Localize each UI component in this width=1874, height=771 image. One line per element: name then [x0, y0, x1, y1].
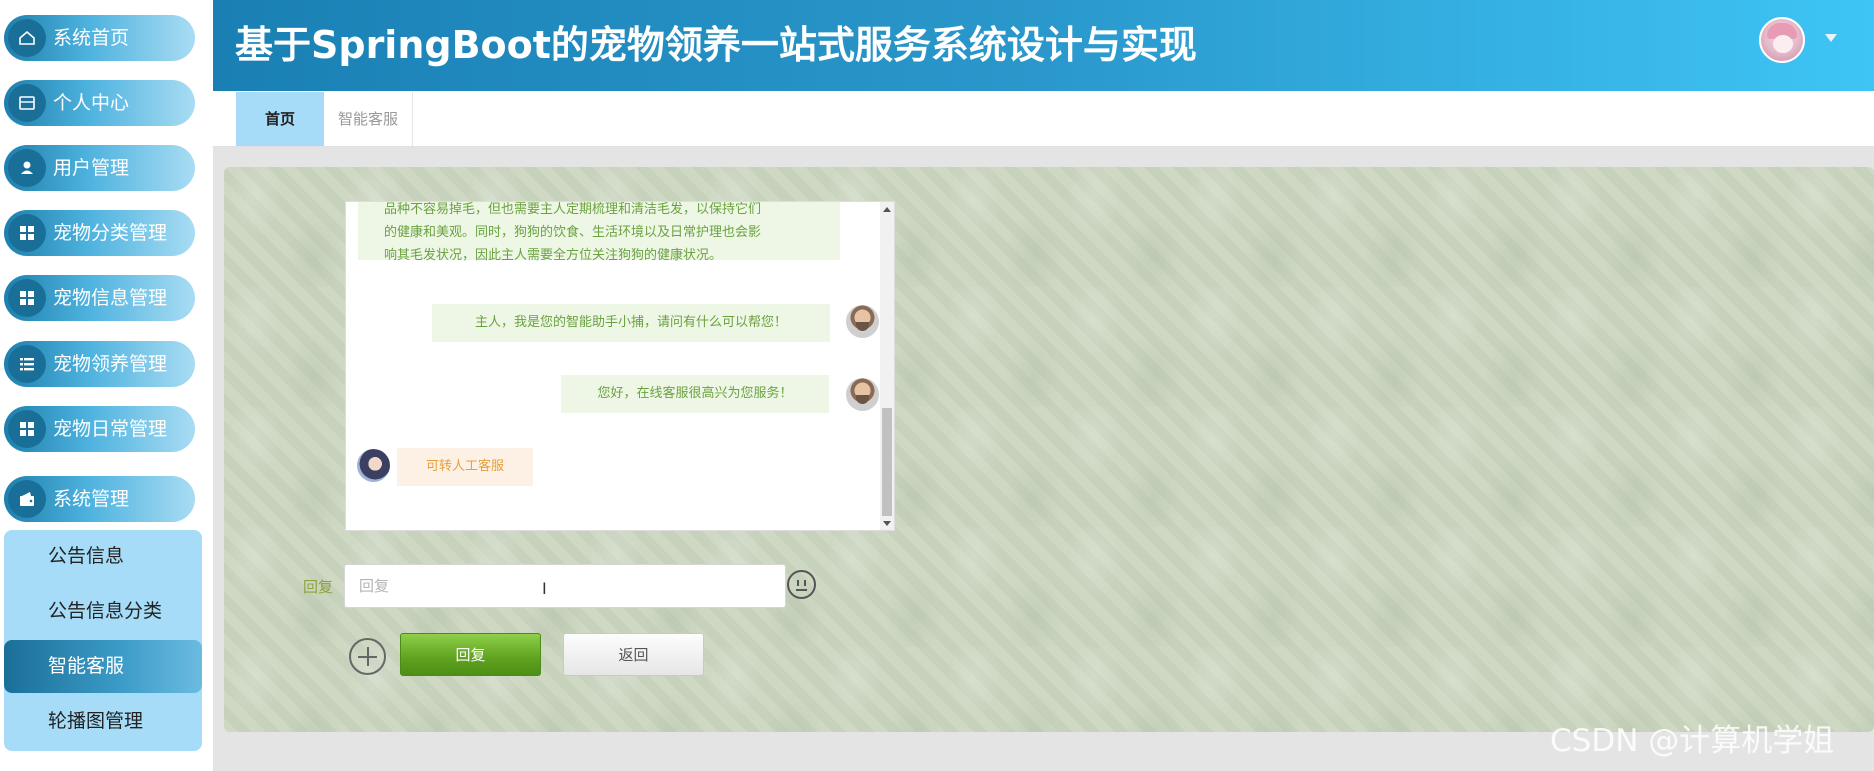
- submenu-item-smart-service[interactable]: 智能客服: [4, 640, 202, 693]
- reply-label: 回复: [303, 578, 334, 596]
- scroll-down-icon[interactable]: [883, 521, 891, 526]
- reply-button[interactable]: 回复: [400, 633, 541, 676]
- chat-message-line: 响其毛发状况，因此主人需要全方位关注狗狗的健康状况。: [384, 248, 723, 263]
- watermark: CSDN @计算机学姐: [1550, 723, 1835, 759]
- chat-history[interactable]: 品种不容易掉毛，但也需要主人定期梳理和清洁毛发，以保持它们 的健康和美观。同时，…: [345, 201, 895, 531]
- user-icon: [8, 149, 46, 187]
- avatar-beard: [856, 395, 869, 404]
- sidebar: 系统首页 个人中心 用户管理 宠物分类管理 宠物信息管理 宠物领养管理 宠物日常…: [0, 0, 213, 771]
- chat-scrollbar[interactable]: [880, 202, 894, 530]
- sidebar-item-label: 用户管理: [53, 157, 130, 179]
- system-submenu: 公告信息 公告信息分类 智能客服 轮播图管理: [4, 530, 202, 751]
- sidebar-item-label: 个人中心: [53, 92, 130, 114]
- reply-input[interactable]: [344, 564, 786, 608]
- wallet-icon: [8, 480, 46, 518]
- top-header: 基于SpringBoot的宠物领养一站式服务系统设计与实现: [213, 0, 1874, 91]
- sidebar-item-label: 宠物领养管理: [53, 353, 168, 375]
- assistant-avatar: [846, 378, 879, 411]
- avatar[interactable]: [1759, 17, 1805, 63]
- sidebar-item-label: 宠物信息管理: [53, 287, 168, 309]
- sidebar-item-pet-info[interactable]: 宠物信息管理: [4, 275, 195, 321]
- sidebar-item-user-management[interactable]: 用户管理: [4, 145, 195, 191]
- sidebar-item-label: 系统首页: [53, 27, 130, 49]
- chat-message-line: 的健康和美观。同时，狗狗的饮食、生活环境以及日常护理也会影: [384, 225, 762, 240]
- add-attachment-icon[interactable]: [349, 638, 386, 675]
- submenu-item-notice[interactable]: 公告信息: [4, 530, 202, 583]
- tab-home[interactable]: 首页: [236, 92, 324, 146]
- submenu-item-carousel[interactable]: 轮播图管理: [4, 695, 202, 748]
- chat-message-right: 主人，我是您的智能助手小捕，请问有什么可以帮您！: [432, 304, 830, 342]
- sidebar-item-label: 宠物分类管理: [53, 222, 168, 244]
- avatar-beard: [856, 322, 869, 331]
- grid-icon: [8, 279, 46, 317]
- user-avatar: [357, 449, 390, 482]
- chevron-down-icon[interactable]: [1825, 34, 1837, 42]
- emoji-icon[interactable]: [787, 570, 816, 599]
- home-icon: [8, 19, 46, 57]
- sidebar-item-pet-daily[interactable]: 宠物日常管理: [4, 406, 195, 452]
- chat-message-left: 品种不容易掉毛，但也需要主人定期梳理和清洁毛发，以保持它们 的健康和美观。同时，…: [358, 202, 840, 263]
- grid-icon: [8, 214, 46, 252]
- sidebar-item-pet-adoption[interactable]: 宠物领养管理: [4, 341, 195, 387]
- text-cursor-icon: I: [542, 579, 547, 598]
- chat-message-right: 您好，在线客服很高兴为您服务！: [561, 375, 829, 413]
- scroll-thumb[interactable]: [882, 408, 892, 516]
- card-icon: [8, 84, 46, 122]
- list-icon: [8, 345, 46, 383]
- submenu-item-notice-category[interactable]: 公告信息分类: [4, 585, 202, 638]
- sidebar-item-label: 系统管理: [53, 488, 130, 510]
- avatar-face: [1773, 35, 1793, 53]
- sidebar-item-home[interactable]: 系统首页: [4, 15, 195, 61]
- chat-message-left: 可转人工客服: [397, 448, 533, 486]
- grid-icon: [8, 410, 46, 448]
- sidebar-item-pet-category[interactable]: 宠物分类管理: [4, 210, 195, 256]
- tab-bar: 首页 智能客服: [213, 91, 1874, 147]
- scroll-up-icon[interactable]: [883, 207, 891, 212]
- emoji-mouth: [796, 589, 807, 591]
- sidebar-item-personal-center[interactable]: 个人中心: [4, 80, 195, 126]
- sidebar-item-label: 宠物日常管理: [53, 418, 168, 440]
- chat-message-line: 品种不容易掉毛，但也需要主人定期梳理和清洁毛发，以保持它们: [384, 202, 762, 217]
- tab-smart-service[interactable]: 智能客服: [324, 92, 413, 146]
- assistant-avatar: [846, 305, 879, 338]
- back-button[interactable]: 返回: [563, 633, 704, 676]
- sidebar-item-system-management[interactable]: 系统管理: [4, 476, 195, 522]
- page-title: 基于SpringBoot的宠物领养一站式服务系统设计与实现: [235, 23, 1197, 67]
